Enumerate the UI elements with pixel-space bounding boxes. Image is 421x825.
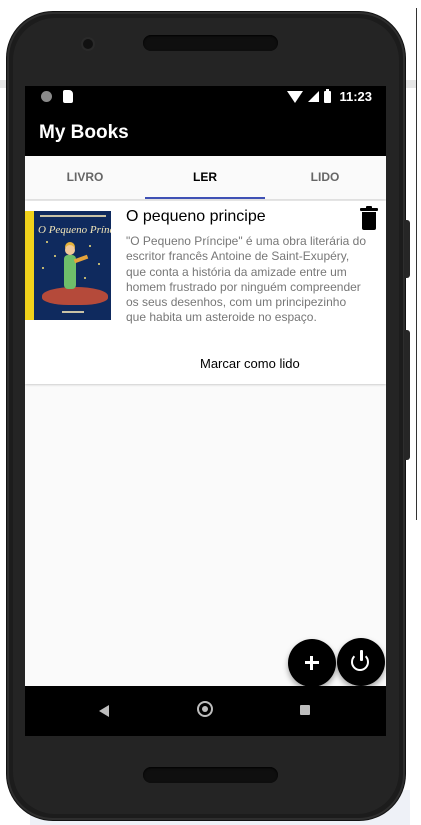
signal-icon <box>308 91 320 102</box>
status-bar: 11:23 <box>25 86 386 108</box>
home-icon[interactable] <box>197 701 213 717</box>
tab-livro[interactable]: LIVRO <box>25 156 145 199</box>
recent-apps-icon[interactable] <box>300 705 310 715</box>
device-screen: 11:23 My Books LIVRO LER LIDO O Pequeno … <box>25 86 386 736</box>
front-camera <box>83 39 93 49</box>
volume-side-button[interactable] <box>404 330 410 460</box>
logout-button[interactable] <box>337 638 385 686</box>
tab-ler[interactable]: LER <box>145 156 265 199</box>
bottom-speaker <box>143 767 278 783</box>
status-icons: 11:23 <box>287 88 372 104</box>
top-speaker <box>143 35 278 51</box>
tab-indicator <box>145 197 265 199</box>
book-description: "O Pequeno Príncipe" é uma obra literári… <box>126 234 366 325</box>
back-icon[interactable] <box>99 705 109 717</box>
add-book-button[interactable] <box>288 639 336 687</box>
notification-dot-icon <box>41 91 52 102</box>
app-title: My Books <box>39 122 129 143</box>
battery-icon <box>324 88 332 103</box>
background-side-panel <box>416 8 421 520</box>
sd-card-icon <box>63 90 73 103</box>
book-cover-image: O Pequeno Príncipe <box>25 211 111 320</box>
wifi-icon <box>287 90 304 103</box>
mark-as-read-button[interactable]: Marcar como lido <box>200 356 300 371</box>
book-cover-title: O Pequeno Príncipe <box>38 224 111 236</box>
app-bar: My Books <box>25 108 386 156</box>
tab-bar: LIVRO LER LIDO <box>25 156 386 199</box>
book-title: O pequeno principe <box>126 208 266 225</box>
navigation-bar <box>25 686 386 736</box>
planet-illustration <box>42 287 108 305</box>
power-side-button[interactable] <box>404 220 410 278</box>
tab-lido[interactable]: LIDO <box>265 156 385 199</box>
book-card[interactable]: O Pequeno Príncipe O pequeno principe "O… <box>25 201 386 384</box>
status-time: 11:23 <box>339 89 372 104</box>
delete-icon[interactable] <box>360 206 378 230</box>
